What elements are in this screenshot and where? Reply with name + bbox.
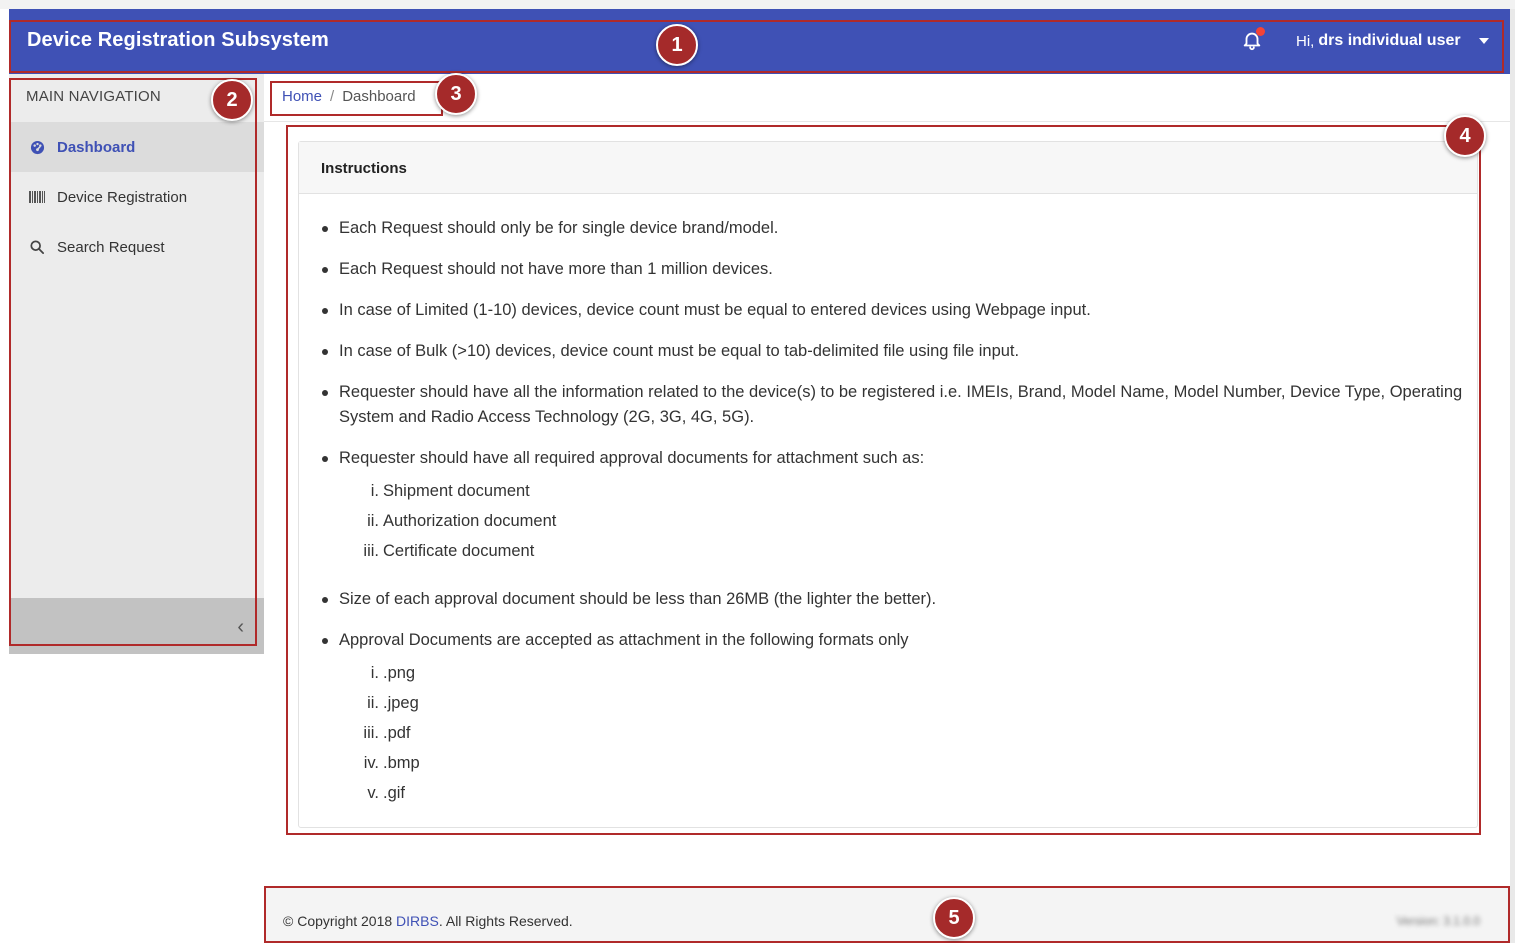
sidebar-item-label: Dashboard — [57, 138, 136, 156]
barcode-icon — [29, 189, 45, 205]
top-strip — [0, 0, 1515, 9]
documents-list: i. Shipment document ii. Authorization doc… — [339, 476, 1477, 566]
instruction-item: Each Request should only be for single d… — [319, 216, 1477, 241]
breadcrumb-current: Dashboard — [342, 88, 416, 105]
instruction-item-formats: Approval Documents are accepted as attac… — [319, 628, 1477, 808]
greeting-text: Hi, — [1296, 32, 1315, 50]
user-name: drs individual user — [1318, 32, 1461, 49]
instructions-title: Instructions — [299, 142, 1477, 194]
annotation-badge: 3 — [435, 73, 477, 115]
annotation-badge: 4 — [1444, 115, 1486, 157]
right-edge-strip — [1510, 9, 1515, 943]
instruction-item: Each Request should not have more than 1… — [319, 257, 1477, 282]
format-item: v. .gif — [367, 784, 406, 802]
app-header: Device Registration Subsystem Hi, drs in… — [9, 9, 1510, 74]
sidebar: MAIN NAVIGATION Dashboard Device Registr… — [9, 74, 264, 654]
format-item: iv. .bmp — [363, 754, 420, 772]
dirbs-link[interactable]: DIRBS — [396, 913, 439, 929]
instruction-item: In case of Bulk (>10) devices, device co… — [319, 339, 1477, 364]
copyright-text: © Copyright 2018 DIRBS. All Rights Reser… — [283, 913, 573, 929]
document-item: ii. Authorization document — [367, 512, 557, 530]
instruction-text: Requester should have all required appro… — [339, 449, 925, 467]
user-menu[interactable]: Hi, drs individual user — [1296, 32, 1489, 50]
sidebar-collapse-button[interactable]: ‹ — [9, 598, 264, 654]
instruction-text: Approval Documents are accepted as attac… — [339, 631, 909, 649]
document-item: i. Shipment document — [370, 482, 530, 500]
chevron-left-icon: ‹ — [237, 616, 244, 638]
search-icon — [29, 239, 45, 255]
version-text: Version: 3.1.0.0 — [1396, 914, 1480, 928]
annotation-badge: 5 — [933, 897, 975, 939]
instruction-item: Size of each approval document should be… — [319, 587, 1477, 612]
instruction-item-documents: Requester should have all required appro… — [319, 446, 1477, 566]
sidebar-item-search-request[interactable]: Search Request — [9, 222, 264, 272]
instructions-body: Each Request should only be for single d… — [299, 194, 1477, 808]
format-item: ii. .jpeg — [367, 694, 419, 712]
sidebar-item-label: Search Request — [57, 238, 165, 256]
instruction-item: In case of Limited (1-10) devices, devic… — [319, 298, 1477, 323]
document-item: iii. Certificate document — [363, 542, 535, 560]
sidebar-item-dashboard[interactable]: Dashboard — [9, 122, 264, 172]
annotation-badge: 2 — [211, 79, 253, 121]
sidebar-item-device-registration[interactable]: Device Registration — [9, 172, 264, 222]
format-item: iii. .pdf — [363, 724, 411, 742]
instructions-card: Instructions Each Request should only be… — [298, 141, 1478, 828]
breadcrumb-separator: / — [330, 88, 335, 105]
breadcrumb-home-link[interactable]: Home — [282, 88, 322, 105]
formats-list: i. .png ii. .jpeg iii. .pdf iv. .bmp v. .gif — [339, 658, 1477, 808]
dashboard-icon — [29, 139, 45, 155]
caret-down-icon[interactable] — [1478, 38, 1489, 44]
instruction-item: Requester should have all the informatio… — [319, 380, 1477, 430]
notification-dot — [1256, 27, 1265, 36]
annotation-badge: 1 — [656, 24, 698, 66]
sidebar-item-label: Device Registration — [57, 188, 188, 206]
format-item: i. .png — [370, 664, 416, 682]
footer: © Copyright 2018 DIRBS. All Rights Reser… — [264, 887, 1510, 943]
app-title[interactable]: Device Registration Subsystem — [27, 29, 329, 52]
breadcrumb: Home / Dashboard — [282, 88, 416, 105]
